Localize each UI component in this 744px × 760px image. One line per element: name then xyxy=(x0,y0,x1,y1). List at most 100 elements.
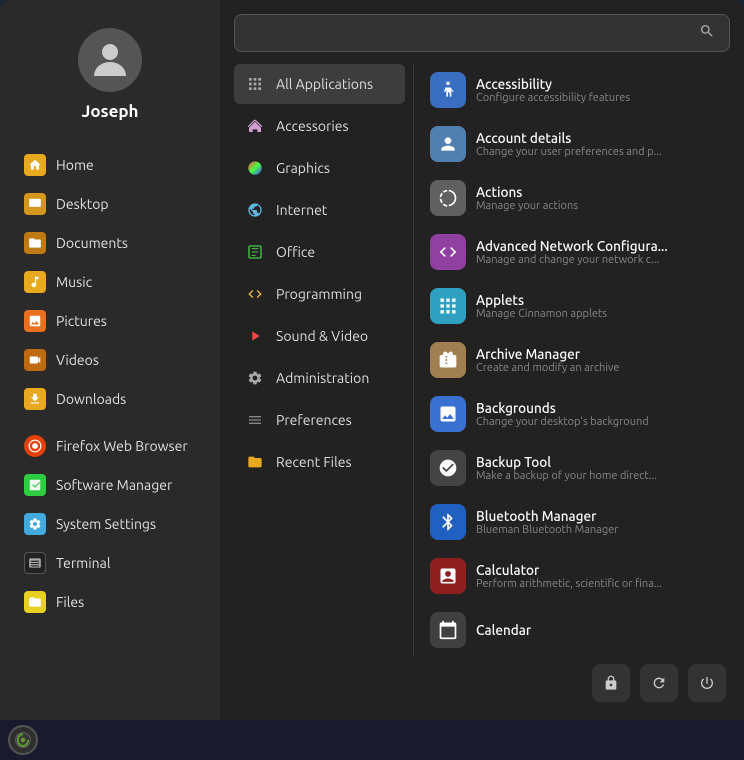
nav-item-firefox[interactable]: Firefox Web Browser xyxy=(6,427,214,465)
app-backup[interactable]: Backup Tool Make a backup of your home d… xyxy=(422,442,726,494)
backgrounds-app-desc: Change your desktop's background xyxy=(476,416,718,428)
actions-app-icon xyxy=(430,180,466,216)
app-applets[interactable]: Applets Manage Cinnamon applets xyxy=(422,280,726,332)
category-graphics-label: Graphics xyxy=(276,160,330,176)
recent-icon xyxy=(244,451,266,473)
actions-app-text: Actions Manage your actions xyxy=(476,184,718,212)
settings-icon xyxy=(24,513,46,535)
archive-app-icon xyxy=(430,342,466,378)
desktop-icon xyxy=(24,193,46,215)
avatar xyxy=(78,28,142,92)
nav-item-music[interactable]: Music xyxy=(6,263,214,301)
nav-list: Home Desktop Documents xyxy=(0,139,220,710)
category-graphics[interactable]: Graphics xyxy=(234,148,405,188)
bottom-bar xyxy=(234,656,730,706)
nav-label-desktop: Desktop xyxy=(56,196,109,212)
preferences-icon xyxy=(244,409,266,431)
category-all[interactable]: All Applications xyxy=(234,64,405,104)
category-all-label: All Applications xyxy=(276,76,373,92)
search-bar xyxy=(234,14,730,52)
apps-list: Accessibility Configure accessibility fe… xyxy=(418,64,730,656)
category-accessories[interactable]: Accessories xyxy=(234,106,405,146)
search-input[interactable] xyxy=(249,24,699,42)
app-bluetooth[interactable]: Bluetooth Manager Blueman Bluetooth Mana… xyxy=(422,496,726,548)
refresh-button[interactable] xyxy=(640,664,678,702)
nav-label-pictures: Pictures xyxy=(56,313,107,329)
category-sound-video[interactable]: Sound & Video xyxy=(234,316,405,356)
categories-list: All Applications Accessories xyxy=(234,64,409,656)
nav-label-files: Files xyxy=(56,594,84,610)
bluetooth-app-text: Bluetooth Manager Blueman Bluetooth Mana… xyxy=(476,508,718,536)
archive-app-desc: Create and modify an archive xyxy=(476,362,718,374)
nav-label-firefox: Firefox Web Browser xyxy=(56,438,188,454)
category-programming-label: Programming xyxy=(276,286,362,302)
calculator-app-desc: Perform arithmetic, scientific or fina..… xyxy=(476,578,718,590)
category-preferences[interactable]: Preferences xyxy=(234,400,405,440)
power-button[interactable] xyxy=(688,664,726,702)
category-preferences-label: Preferences xyxy=(276,412,352,428)
bluetooth-app-desc: Blueman Bluetooth Manager xyxy=(476,524,718,536)
nav-label-documents: Documents xyxy=(56,235,128,251)
nav-item-pictures[interactable]: Pictures xyxy=(6,302,214,340)
accessibility-app-desc: Configure accessibility features xyxy=(476,92,718,104)
app-backgrounds[interactable]: Backgrounds Change your desktop's backgr… xyxy=(422,388,726,440)
nav-item-desktop[interactable]: Desktop xyxy=(6,185,214,223)
category-internet-label: Internet xyxy=(276,202,327,218)
backup-app-name: Backup Tool xyxy=(476,454,718,470)
nav-item-settings[interactable]: System Settings xyxy=(6,505,214,543)
nav-label-terminal: Terminal xyxy=(56,555,111,571)
nav-label-settings: System Settings xyxy=(56,516,156,532)
app-adv-network[interactable]: Advanced Network Configura... Manage and… xyxy=(422,226,726,278)
backup-app-icon xyxy=(430,450,466,486)
divider xyxy=(413,64,414,656)
all-apps-icon xyxy=(244,73,266,95)
app-calculator[interactable]: Calculator Perform arithmetic, scientifi… xyxy=(422,550,726,602)
calculator-app-name: Calculator xyxy=(476,562,718,578)
app-accessibility[interactable]: Accessibility Configure accessibility fe… xyxy=(422,64,726,116)
username: Joseph xyxy=(81,102,138,121)
nav-item-files[interactable]: Files xyxy=(6,583,214,621)
nav-item-terminal[interactable]: Terminal xyxy=(6,544,214,582)
nav-item-videos[interactable]: Videos xyxy=(6,341,214,379)
search-icon xyxy=(699,23,715,43)
nav-label-downloads: Downloads xyxy=(56,391,126,407)
accessibility-app-text: Accessibility Configure accessibility fe… xyxy=(476,76,718,104)
category-office[interactable]: Office xyxy=(234,232,405,272)
backgrounds-app-name: Backgrounds xyxy=(476,400,718,416)
programming-icon xyxy=(244,283,266,305)
mint-logo-button[interactable] xyxy=(8,725,38,755)
documents-icon xyxy=(24,232,46,254)
nav-label-software: Software Manager xyxy=(56,477,172,493)
videos-icon xyxy=(24,349,46,371)
accessibility-app-icon xyxy=(430,72,466,108)
accessibility-app-name: Accessibility xyxy=(476,76,718,92)
app-archive[interactable]: Archive Manager Create and modify an arc… xyxy=(422,334,726,386)
lock-button[interactable] xyxy=(592,664,630,702)
adv-network-app-icon xyxy=(430,234,466,270)
category-administration[interactable]: Administration xyxy=(234,358,405,398)
adv-network-app-desc: Manage and change your network c... xyxy=(476,254,718,266)
category-administration-label: Administration xyxy=(276,370,369,386)
actions-app-desc: Manage your actions xyxy=(476,200,718,212)
nav-item-software[interactable]: Software Manager xyxy=(6,466,214,504)
category-programming[interactable]: Programming xyxy=(234,274,405,314)
applets-app-desc: Manage Cinnamon applets xyxy=(476,308,718,320)
left-panel: Joseph Home Desktop xyxy=(0,0,220,720)
nav-item-home[interactable]: Home xyxy=(6,146,214,184)
category-accessories-label: Accessories xyxy=(276,118,349,134)
category-internet[interactable]: Internet xyxy=(234,190,405,230)
home-icon xyxy=(24,154,46,176)
nav-item-documents[interactable]: Documents xyxy=(6,224,214,262)
nav-item-downloads[interactable]: Downloads xyxy=(6,380,214,418)
office-icon xyxy=(244,241,266,263)
app-account[interactable]: Account details Change your user prefere… xyxy=(422,118,726,170)
category-recent[interactable]: Recent Files xyxy=(234,442,405,482)
account-app-desc: Change your user preferences and p... xyxy=(476,146,718,158)
backup-app-desc: Make a backup of your home direct... xyxy=(476,470,718,482)
app-calendar[interactable]: Calendar xyxy=(422,604,726,656)
app-actions[interactable]: Actions Manage your actions xyxy=(422,172,726,224)
calculator-app-icon xyxy=(430,558,466,594)
accessories-icon xyxy=(244,115,266,137)
content-area: All Applications Accessories xyxy=(234,64,730,656)
taskbar xyxy=(0,720,744,760)
